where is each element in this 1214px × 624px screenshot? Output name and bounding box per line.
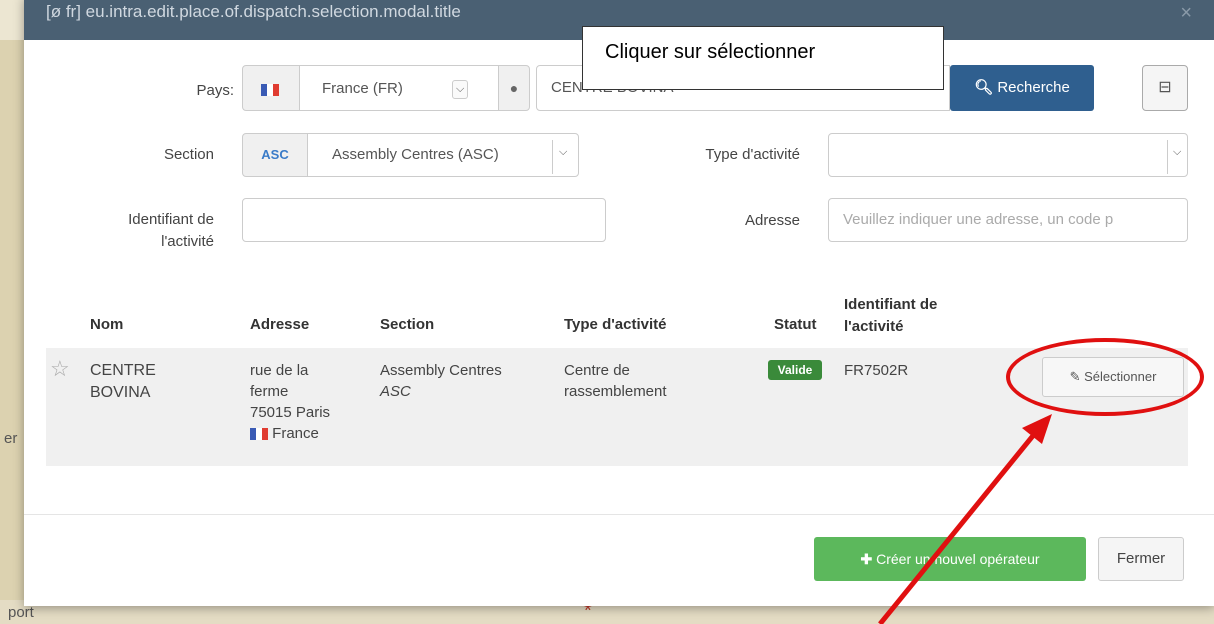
annotation-arrow <box>878 414 1052 624</box>
annotation-arrow-head <box>1022 414 1052 444</box>
annotation-arrow-line <box>878 430 1038 624</box>
